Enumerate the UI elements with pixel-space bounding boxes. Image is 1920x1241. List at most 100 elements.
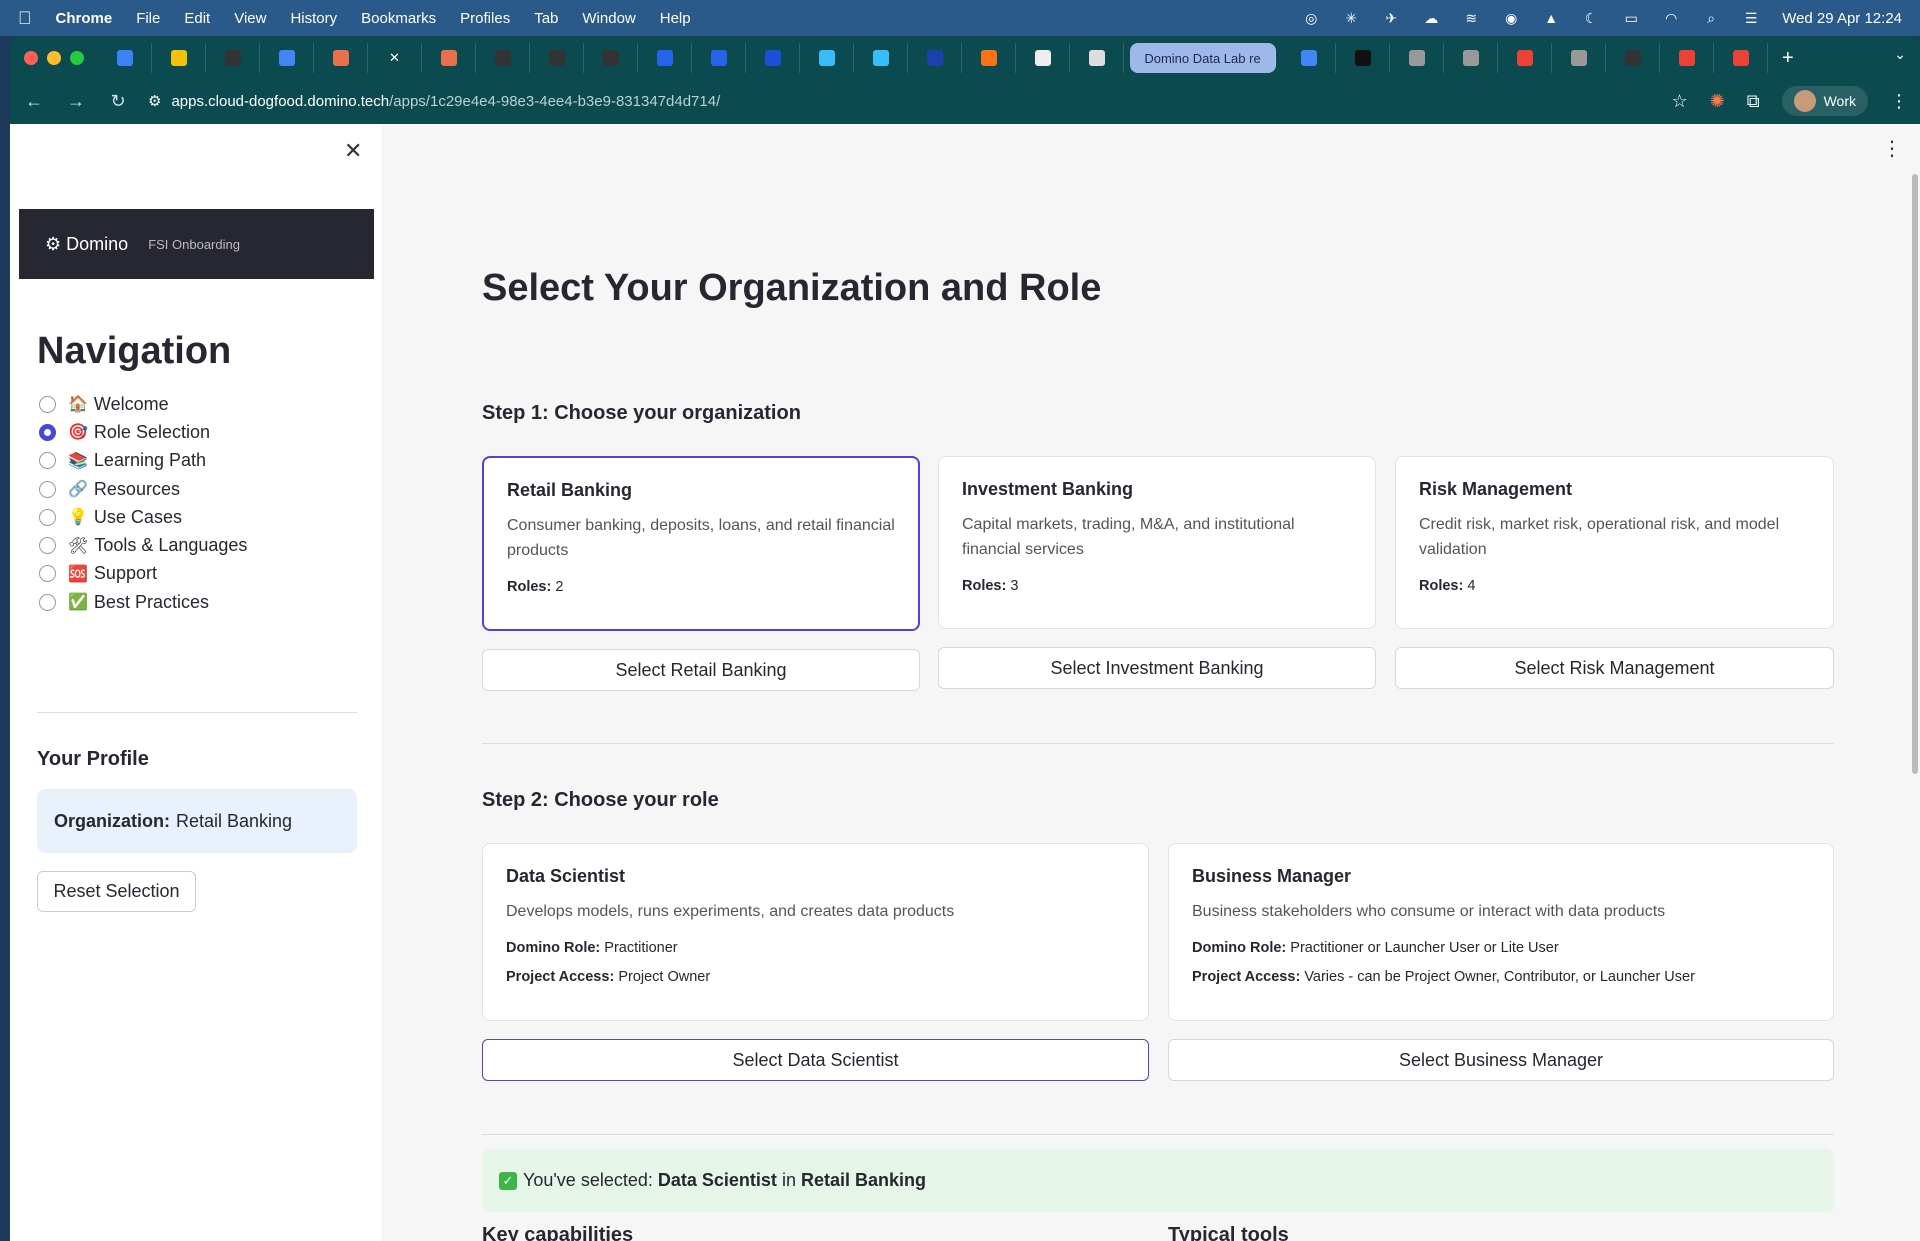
browser-tab[interactable] (1282, 43, 1336, 73)
radio-button[interactable] (39, 452, 56, 470)
select-risk-management-button[interactable]: Select Risk Management (1395, 647, 1834, 689)
browser-tab[interactable] (638, 43, 692, 73)
radio-button[interactable] (39, 593, 56, 611)
status-drive-icon[interactable]: ▲ (1542, 10, 1560, 26)
browser-tab[interactable] (1660, 43, 1714, 73)
forward-arrow-icon[interactable]: → (64, 91, 88, 112)
browser-tab[interactable] (854, 43, 908, 73)
reload-icon[interactable]: ↻ (106, 91, 130, 112)
radio-button[interactable] (39, 480, 56, 498)
close-sidebar-icon[interactable]: ✕ (344, 138, 362, 164)
nav-item-resources[interactable]: 🔗 Resources (39, 475, 247, 503)
project-access-label: Project Access: (506, 969, 615, 985)
browser-tab[interactable] (1606, 43, 1660, 73)
nav-item-best-practices[interactable]: ✅ Best Practices (39, 588, 247, 616)
zoom-window-button[interactable] (70, 51, 84, 65)
lightbulb-icon: 💡 (68, 509, 88, 527)
status-layers-icon[interactable]: ≋ (1462, 10, 1480, 26)
menu-edit[interactable]: Edit (184, 10, 210, 27)
minimize-window-button[interactable] (47, 51, 61, 65)
radio-button[interactable] (39, 537, 56, 555)
status-sparkle-icon[interactable]: ✳ (1342, 10, 1360, 26)
menu-view[interactable]: View (234, 10, 266, 27)
radio-button[interactable] (39, 565, 56, 583)
moon-icon[interactable]: ☾ (1582, 10, 1600, 26)
browser-tab[interactable] (800, 43, 854, 73)
close-tab-icon[interactable]: ✕ (389, 50, 400, 66)
radio-button-selected[interactable] (39, 423, 56, 441)
menu-tab[interactable]: Tab (534, 10, 558, 27)
browser-tab[interactable] (1498, 43, 1552, 73)
browser-tab[interactable] (692, 43, 746, 73)
browser-tab[interactable] (1390, 43, 1444, 73)
browser-tab[interactable] (152, 43, 206, 73)
status-plane-icon[interactable]: ✈ (1382, 10, 1400, 26)
bookmark-star-icon[interactable]: ☆ (1671, 91, 1687, 112)
browser-tab[interactable] (746, 43, 800, 73)
extensions-puzzle-icon[interactable]: ⧉ (1747, 91, 1760, 112)
browser-tab[interactable] (908, 43, 962, 73)
apple-icon[interactable]:  (18, 8, 32, 29)
menu-bookmarks[interactable]: Bookmarks (361, 10, 436, 27)
app-menu-icon[interactable]: ⋮ (1882, 136, 1902, 161)
browser-tab[interactable] (1552, 43, 1606, 73)
project-access-value: Varies - can be Project Owner, Contribut… (1304, 969, 1695, 985)
select-investment-banking-button[interactable]: Select Investment Banking (938, 647, 1376, 689)
menu-app-name[interactable]: Chrome (56, 10, 113, 27)
select-retail-banking-button[interactable]: Select Retail Banking (482, 649, 920, 691)
radio-button[interactable] (39, 508, 56, 526)
select-business-manager-button[interactable]: Select Business Manager (1168, 1039, 1834, 1081)
browser-tab[interactable] (584, 43, 638, 73)
nav-item-tools-languages[interactable]: 🛠 Tools & Languages (39, 531, 247, 559)
browser-tab[interactable] (1016, 43, 1070, 73)
spotlight-search-icon[interactable]: ⌕ (1702, 10, 1720, 26)
nav-item-support[interactable]: 🆘 Support (39, 560, 247, 588)
browser-tab[interactable] (530, 43, 584, 73)
vertical-scrollbar[interactable] (1912, 174, 1918, 774)
close-window-button[interactable] (24, 51, 38, 65)
check-mark-icon: ✓ (499, 1171, 517, 1190)
wifi-icon[interactable]: ◠ (1662, 10, 1680, 26)
browser-tab-current[interactable]: ✕ (368, 43, 422, 73)
tab-search-chevron-icon[interactable]: ⌄ (1894, 46, 1906, 63)
nav-item-use-cases[interactable]: 💡 Use Cases (39, 503, 247, 531)
role-card-project-access: Project Access: Varies - can be Project … (1192, 963, 1810, 992)
browser-tab-domino-data-lab[interactable]: Domino Data Lab re (1130, 43, 1276, 73)
nav-item-role-selection[interactable]: 🎯 Role Selection (39, 418, 247, 446)
browser-tab[interactable] (206, 43, 260, 73)
menu-profiles[interactable]: Profiles (460, 10, 510, 27)
menu-history[interactable]: History (290, 10, 337, 27)
nav-item-learning-path[interactable]: 📚 Learning Path (39, 447, 247, 475)
menu-help[interactable]: Help (660, 10, 691, 27)
menu-window[interactable]: Window (582, 10, 635, 27)
status-zoom-icon[interactable]: ◉ (1502, 10, 1520, 26)
browser-tab[interactable] (1444, 43, 1498, 73)
browser-tab[interactable] (260, 43, 314, 73)
browser-tab[interactable] (1070, 43, 1124, 73)
select-data-scientist-button[interactable]: Select Data Scientist (482, 1039, 1149, 1081)
menu-file[interactable]: File (136, 10, 160, 27)
new-tab-button[interactable]: + (1782, 47, 1794, 70)
browser-tab[interactable] (1336, 43, 1390, 73)
browser-tab[interactable] (98, 43, 152, 73)
status-weather-icon[interactable]: ☁ (1422, 10, 1440, 26)
browser-tab[interactable] (314, 43, 368, 73)
address-bar[interactable]: ⚙ apps.cloud-dogfood.domino.tech/apps/1c… (148, 92, 1653, 111)
profile-button[interactable]: Work (1781, 86, 1868, 116)
battery-icon[interactable]: ▭ (1622, 10, 1640, 26)
chrome-menu-icon[interactable]: ⋮ (1890, 91, 1908, 112)
browser-tab[interactable] (422, 43, 476, 73)
radio-button[interactable] (39, 395, 56, 413)
nav-item-welcome[interactable]: 🏠 Welcome (39, 390, 247, 418)
reset-selection-button[interactable]: Reset Selection (37, 871, 196, 912)
control-center-icon[interactable]: ☰ (1742, 10, 1760, 26)
browser-tab[interactable] (1714, 43, 1768, 73)
browser-tab[interactable] (476, 43, 530, 73)
menubar-clock[interactable]: Wed 29 Apr 12:24 (1782, 10, 1902, 27)
status-app-icon[interactable]: ◎ (1302, 10, 1320, 26)
site-settings-icon[interactable]: ⚙ (148, 92, 161, 110)
extension-claude-icon[interactable]: ✺ (1710, 91, 1725, 112)
browser-tab[interactable] (962, 43, 1016, 73)
org-card-retail-banking: Retail Banking Consumer banking, deposit… (482, 456, 920, 631)
back-arrow-icon[interactable]: ← (22, 91, 46, 112)
